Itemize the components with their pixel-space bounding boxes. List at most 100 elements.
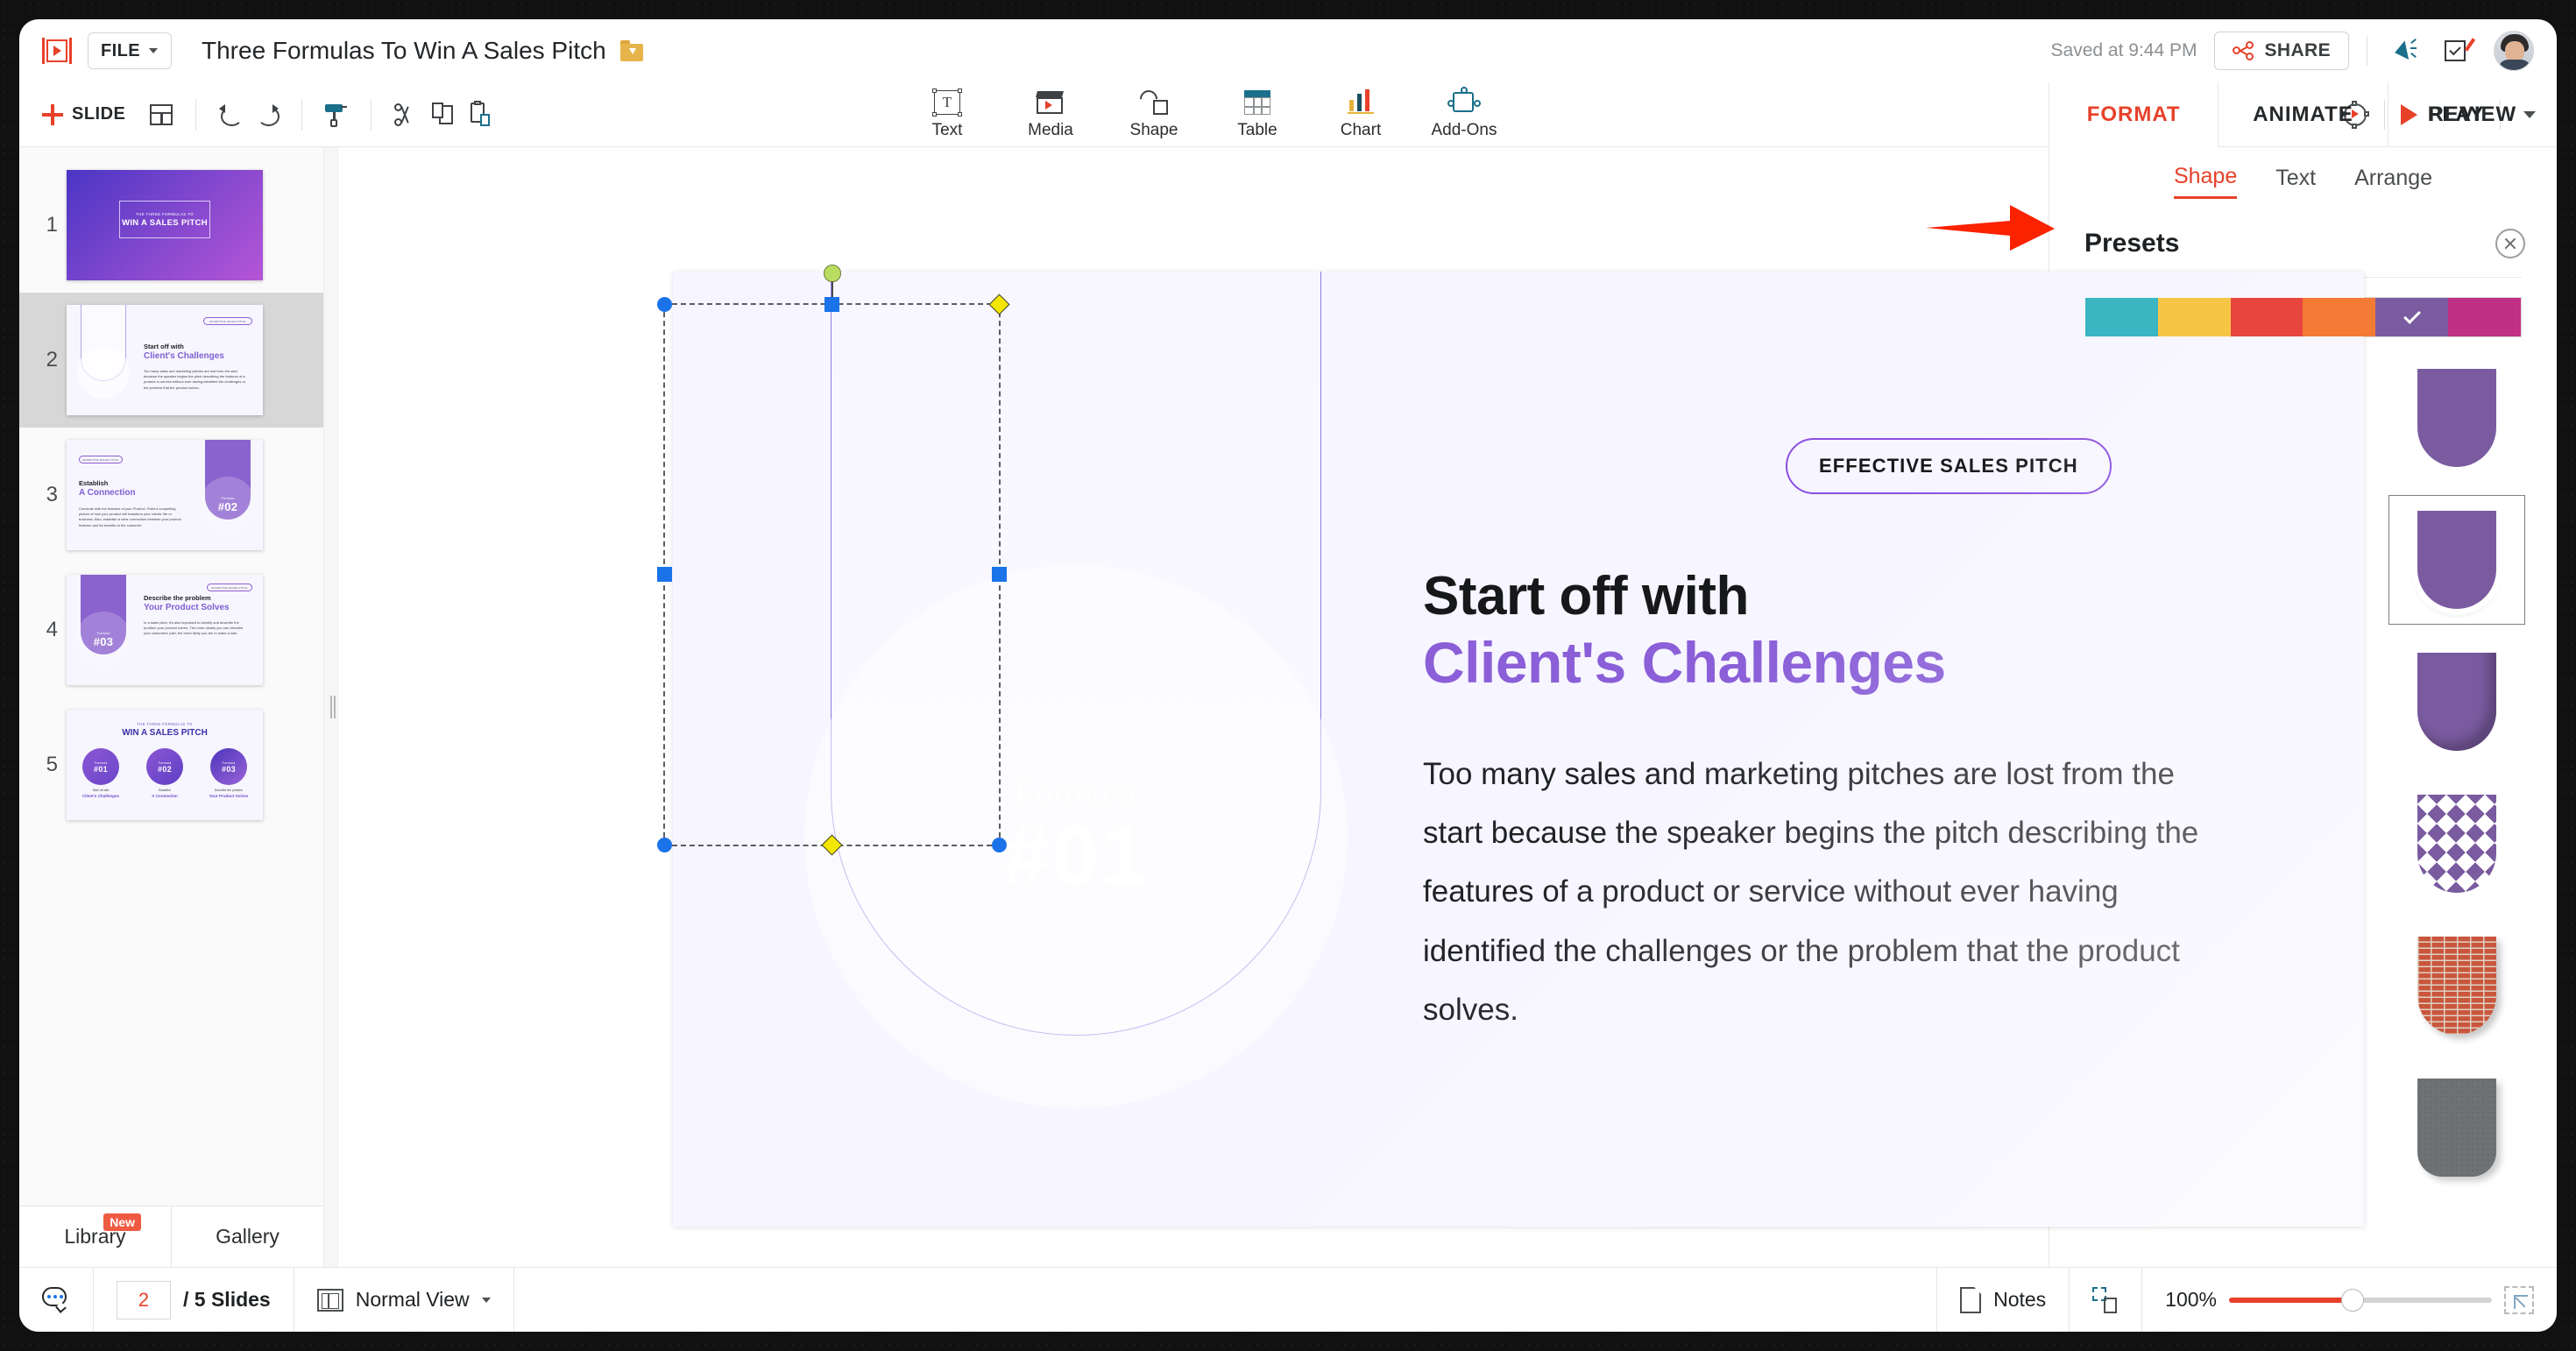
thumb-formula-num: #02 [217, 500, 238, 513]
tab-animate[interactable]: ANIMATE [2218, 82, 2387, 147]
document-title[interactable]: Three Formulas To Win A Sales Pitch [202, 37, 606, 65]
chevron-down-icon [481, 1297, 491, 1303]
slide-pill-badge[interactable]: EFFECTIVE SALES PITCH [1786, 438, 2112, 494]
zoho-show-logo-icon[interactable] [42, 38, 72, 64]
preset-white-border-selected[interactable] [2388, 495, 2525, 625]
tab-library[interactable]: Library New [19, 1206, 171, 1267]
slide-thumbnail-2[interactable]: 2 Formula #01 EFFECTIVE SALES PITCH Star… [19, 293, 323, 428]
share-label: SHARE [2264, 40, 2331, 60]
color-swatch-row[interactable] [2084, 297, 2522, 337]
chevron-down-icon [148, 48, 158, 53]
sidebar-bottom-tabs: Library New Gallery [19, 1206, 323, 1267]
fit-to-screen-icon[interactable] [2504, 1285, 2534, 1314]
copy-icon [432, 103, 454, 126]
notes-button[interactable]: Notes [1936, 1268, 2069, 1332]
slide-number: 5 [46, 753, 58, 776]
insert-chart-button[interactable]: Chart [1309, 88, 1412, 140]
add-slide-button[interactable]: SLIDE [42, 103, 143, 125]
format-painter-icon [325, 103, 348, 127]
share-button[interactable]: SHARE [2214, 32, 2349, 70]
copy-button[interactable] [424, 96, 461, 133]
panel-resize-handle[interactable] [324, 147, 338, 1267]
shape-selection-box[interactable] [657, 265, 1010, 856]
slide-heading-line1[interactable]: Start off with [1423, 565, 1749, 627]
resize-handle-middle-left[interactable] [657, 567, 672, 582]
slide-body-text[interactable]: Too many sales and marketing pitches are… [1423, 745, 2212, 1039]
subtab-text[interactable]: Text [2275, 166, 2316, 198]
redo-button[interactable] [249, 96, 286, 133]
thumb-body: Too many sales and marketing pitches are… [144, 369, 246, 390]
swatch-purple-selected[interactable] [2375, 298, 2449, 336]
feedback-button[interactable] [2439, 32, 2476, 69]
resize-handle-middle-right[interactable] [992, 567, 1007, 582]
insert-media-button[interactable]: Media [999, 88, 1102, 140]
paste-button[interactable] [461, 96, 498, 133]
thumb-formula-label: Formula [96, 364, 110, 368]
preset-inner-shadow[interactable] [2388, 637, 2525, 767]
redo-icon [255, 103, 280, 126]
comment-icon [42, 1286, 70, 1313]
preset-brick[interactable] [2388, 921, 2525, 1050]
preset-grey-texture[interactable] [2388, 1063, 2525, 1192]
feedback-pencil-icon [2445, 38, 2476, 63]
current-slide-input[interactable]: 2 [117, 1280, 171, 1319]
slide-number: 4 [46, 618, 58, 641]
swatch-teal[interactable] [2085, 298, 2158, 336]
file-menu-button[interactable]: FILE [88, 32, 172, 69]
tab-format[interactable]: FORMAT [2049, 82, 2219, 147]
thumb-caption: Describe the problem [214, 789, 244, 792]
slide-number: 1 [46, 213, 58, 237]
resize-handle-bottom-right[interactable] [992, 838, 1007, 852]
tab-gallery[interactable]: Gallery [171, 1206, 323, 1267]
snap-to-grid-icon [2092, 1286, 2119, 1313]
avatar[interactable] [2494, 31, 2534, 71]
thumb-h1: Establish [79, 479, 109, 487]
snap-to-grid-button[interactable] [2069, 1268, 2141, 1332]
red-arrow-pointing-right [1926, 205, 2055, 251]
folder-move-icon[interactable] [619, 40, 643, 61]
slide-thumbnail-4[interactable]: 4 Formula #03 EFFECTIVE SALES PITCH Desc… [19, 562, 323, 697]
thumbnail-canvas: Formula #01 EFFECTIVE SALES PITCH Start … [67, 305, 263, 415]
notes-page-icon [1960, 1286, 1982, 1313]
subtab-arrange[interactable]: Arrange [2354, 166, 2432, 198]
slide-thumbnail-5[interactable]: 5 THE THREE FORMULAS TO WIN A SALES PITC… [19, 697, 323, 832]
slides-list[interactable]: 1 THE THREE FORMULAS TO WIN A SALES PITC… [19, 147, 323, 1206]
swatch-red[interactable] [2230, 298, 2304, 336]
announcements-button[interactable] [2385, 32, 2422, 69]
undo-button[interactable] [212, 96, 249, 133]
resize-handle-bottom-left[interactable] [657, 838, 672, 852]
zoom-slider[interactable] [2229, 1288, 2492, 1312]
comment-button[interactable] [19, 1268, 94, 1332]
swatch-magenta[interactable] [2448, 298, 2521, 336]
resize-handle-top-left[interactable] [657, 297, 672, 312]
insert-media-label: Media [1028, 121, 1073, 139]
thumb-caption: Your Product Solves [209, 794, 249, 798]
slide-editor-canvas[interactable]: Formula #01 EFFECTIVE SALES PITCH Start … [324, 147, 2364, 1267]
preset-chevron[interactable] [2388, 779, 2525, 909]
insert-addons-button[interactable]: Add-Ons [1412, 87, 1516, 140]
tab-review[interactable]: REVIEW [2387, 82, 2557, 147]
insert-text-button[interactable]: T Text [895, 88, 999, 140]
slide-layout-button[interactable] [143, 96, 180, 133]
swatch-orange[interactable] [2303, 298, 2376, 336]
thumb-title: WIN A SALES PITCH [122, 217, 208, 228]
insert-addons-label: Add-Ons [1431, 121, 1497, 139]
slide-heading-line2[interactable]: Client's Challenges [1423, 629, 1946, 696]
slide-thumbnail-1[interactable]: 1 THE THREE FORMULAS TO WIN A SALES PITC… [19, 158, 323, 293]
resize-handle-top-center[interactable] [824, 297, 839, 312]
swatch-yellow[interactable] [2157, 298, 2231, 336]
megaphone-icon [2389, 38, 2417, 63]
close-icon[interactable] [2495, 229, 2525, 258]
subtab-shape[interactable]: Shape [2173, 164, 2238, 199]
slide-count-label: / 5 Slides [183, 1288, 271, 1311]
view-mode-selector[interactable]: Normal View [294, 1268, 514, 1332]
format-painter-button[interactable] [318, 96, 355, 133]
file-menu-label: FILE [101, 40, 140, 60]
preset-solid-fill[interactable] [2388, 353, 2525, 483]
rotate-handle[interactable] [823, 265, 841, 304]
thumb-formula-label: Formula [94, 760, 108, 765]
insert-table-button[interactable]: Table [1206, 88, 1309, 140]
slide-thumbnail-3[interactable]: 3 Formula #02 EFFECTIVE SALES PITCH Esta… [19, 428, 323, 562]
insert-shape-button[interactable]: Shape [1102, 86, 1206, 140]
cut-button[interactable] [387, 96, 424, 133]
